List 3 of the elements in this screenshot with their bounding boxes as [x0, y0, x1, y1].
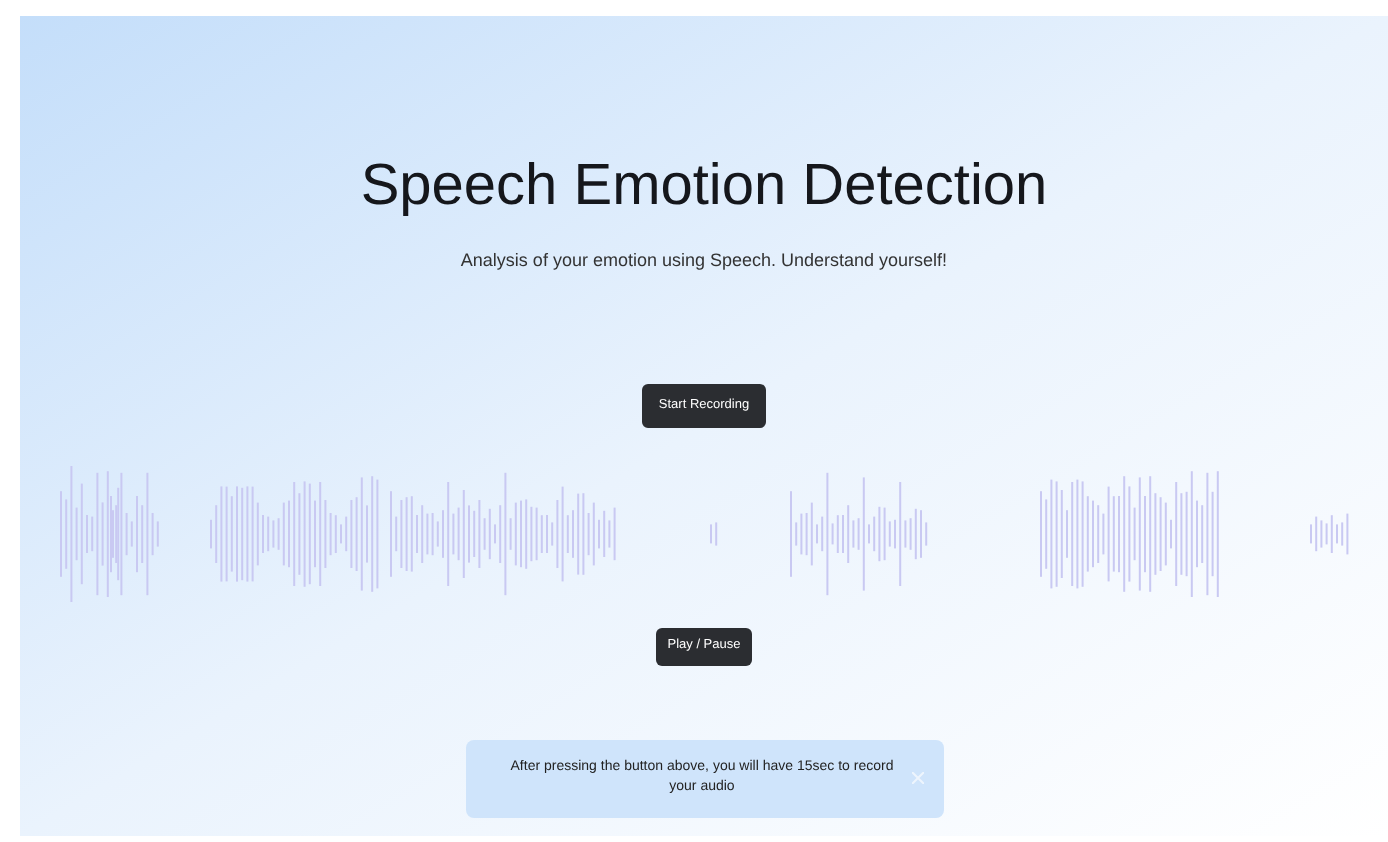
page-title: Speech Emotion Detection [360, 152, 1048, 220]
close-icon[interactable] [911, 772, 923, 784]
subtitle: Analysis of your emotion using Speech. Understand yourself! [460, 248, 948, 274]
